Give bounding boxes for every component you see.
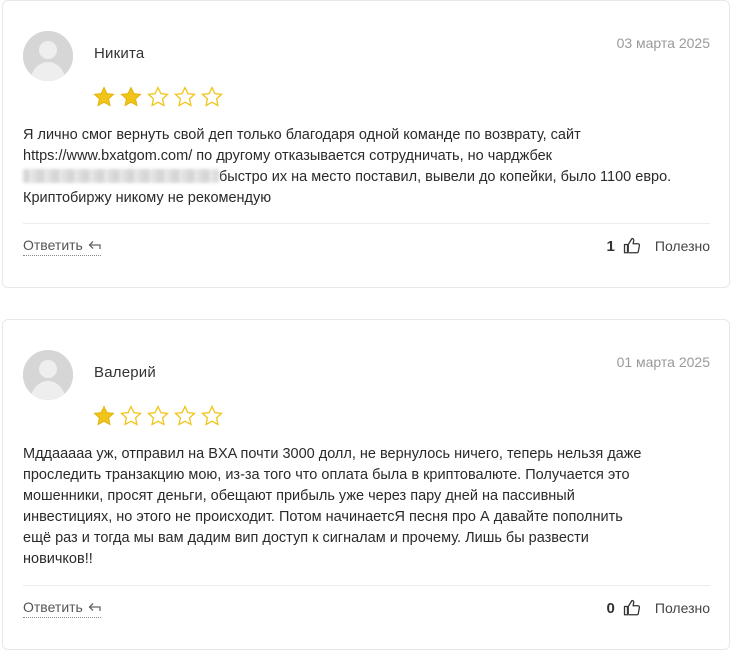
- review-text-line: новичков!!: [23, 551, 93, 567]
- reply-arrow-icon: [88, 240, 101, 249]
- redacted-blur: [23, 169, 219, 183]
- review-card: Никита 03 марта 2025 Я лично смог вернут…: [2, 0, 730, 288]
- likes-section: 0 Полезно: [607, 599, 710, 617]
- user-avatar: [23, 350, 73, 400]
- thumbs-up-icon[interactable]: [623, 599, 641, 617]
- star-rating: [91, 85, 225, 109]
- star-filled-icon: [93, 405, 115, 426]
- review-text-line: проследить транзакцию мою, из-за того чт…: [23, 467, 630, 483]
- review-date: 03 марта 2025: [616, 35, 710, 51]
- review-author: Никита: [94, 45, 145, 62]
- review-text: Мддааааа уж, отправил на BXA почти 3000 …: [23, 444, 713, 570]
- review-card: Валерий 01 марта 2025 Мддааааа уж, отпра…: [2, 319, 730, 650]
- like-count: 1: [606, 237, 615, 255]
- star-empty-icon: [174, 85, 196, 107]
- star-empty-icon: [201, 85, 223, 107]
- useful-button[interactable]: Полезно: [655, 600, 710, 616]
- review-text-line: Криптобиржу никому не рекомендую: [23, 190, 272, 206]
- review-text: Я лично смог вернуть свой деп только бла…: [23, 125, 713, 209]
- review-footer: Ответить 1 Полезно: [23, 233, 710, 259]
- review-text-line: Я лично смог вернуть свой деп только бла…: [23, 127, 581, 143]
- divider: [23, 223, 710, 224]
- review-author: Валерий: [94, 364, 156, 381]
- reply-label: Ответить: [23, 598, 83, 615]
- star-empty-icon: [201, 404, 223, 426]
- review-text-line-wrapper: быстро их на место поставил, вывели до к…: [23, 167, 713, 188]
- review-text-line: быстро их на место поставил, вывели до к…: [219, 169, 672, 185]
- star-empty-icon: [174, 404, 196, 426]
- review-text-line: инвестициях, но этого не происходит. Пот…: [23, 509, 623, 525]
- review-footer: Ответить 0 Полезно: [23, 595, 710, 621]
- review-text-line: Мддааааа уж, отправил на BXA почти 3000 …: [23, 446, 642, 462]
- divider: [23, 585, 710, 586]
- review-date: 01 марта 2025: [616, 354, 710, 370]
- review-text-line: https://www.bxatgom.com/ по другому отка…: [23, 148, 552, 164]
- star-empty-icon: [120, 404, 142, 426]
- review-text-line: ещё раз и тогда мы вам дадим вип доступ …: [23, 530, 589, 546]
- star-filled-icon: [93, 86, 115, 107]
- star-empty-icon: [147, 85, 169, 107]
- reply-arrow-icon: [88, 602, 101, 611]
- reply-label: Ответить: [23, 236, 83, 253]
- useful-button[interactable]: Полезно: [655, 238, 710, 254]
- reply-link[interactable]: Ответить: [23, 237, 101, 256]
- review-text-line: мошенники, просят деньги, обещают прибыл…: [23, 488, 575, 504]
- star-empty-icon: [147, 404, 169, 426]
- likes-section: 1 Полезно: [607, 237, 710, 255]
- user-avatar: [23, 31, 73, 81]
- reply-link[interactable]: Ответить: [23, 599, 101, 618]
- star-filled-icon: [120, 86, 142, 107]
- like-count: 0: [606, 599, 615, 617]
- star-rating: [91, 404, 225, 428]
- thumbs-up-icon[interactable]: [623, 237, 641, 255]
